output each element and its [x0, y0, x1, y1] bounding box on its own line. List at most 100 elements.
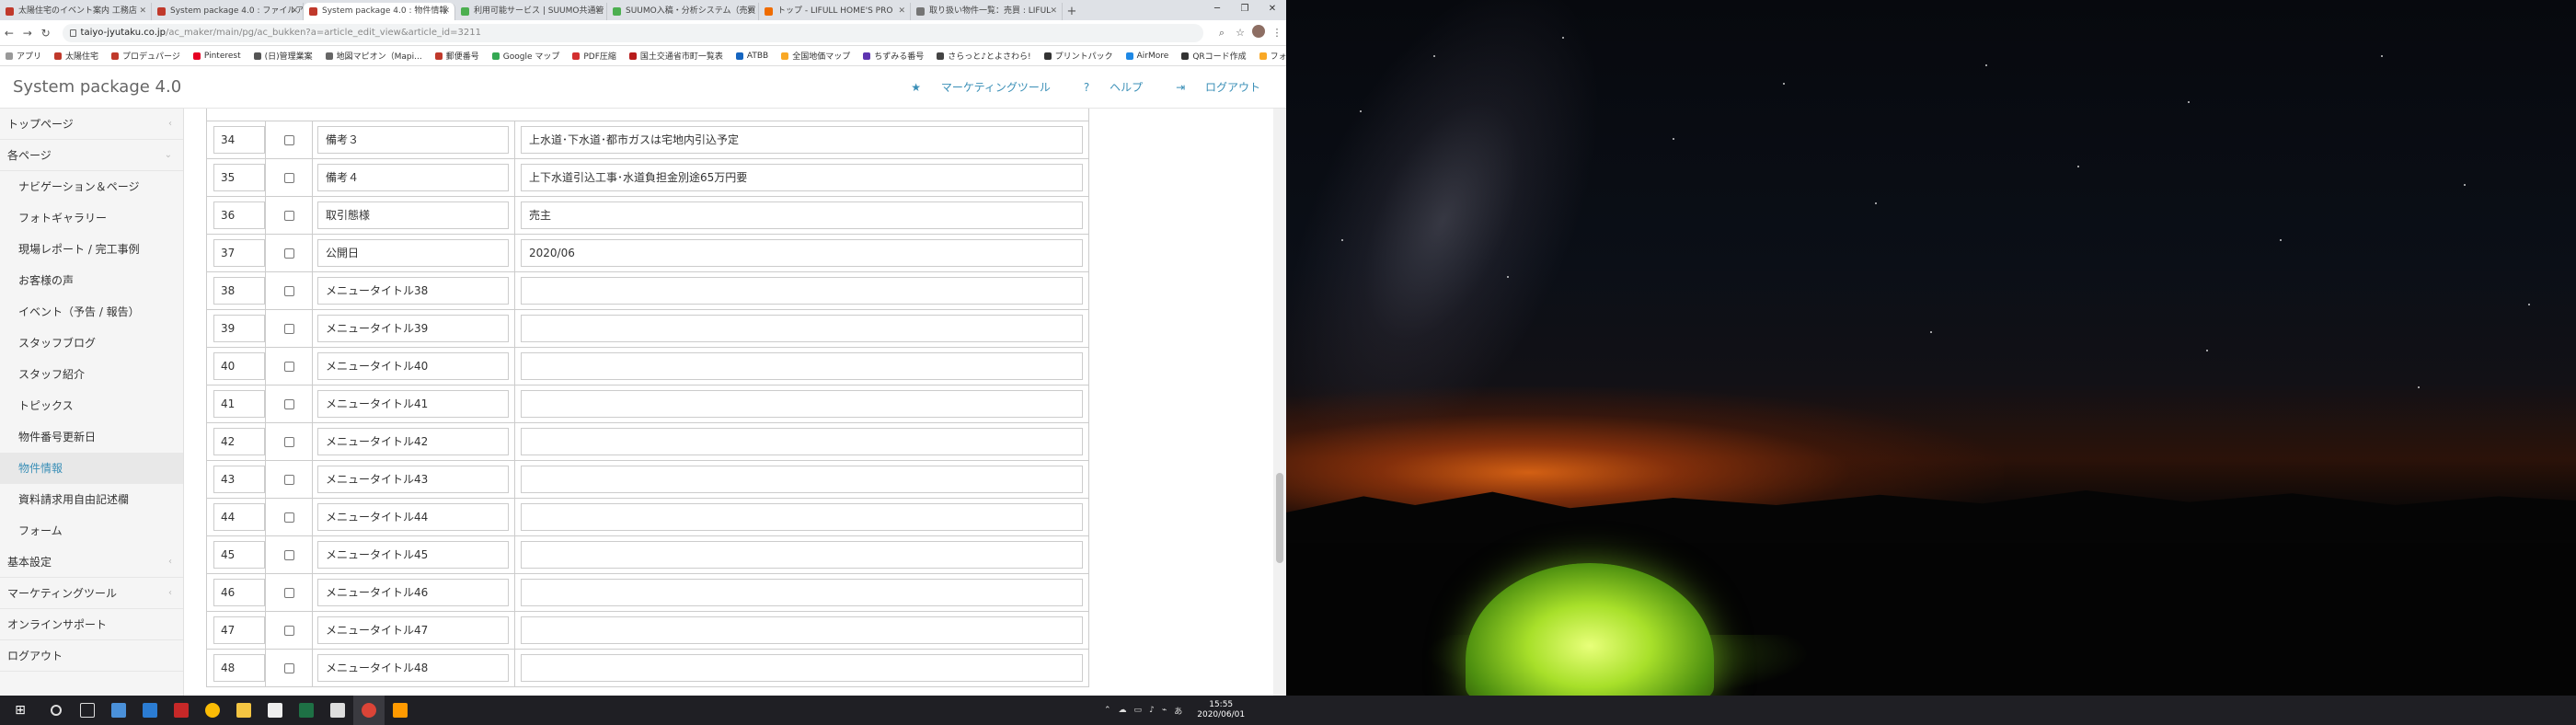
field-title-input[interactable]: 公開日 [317, 239, 509, 267]
sidebar-item-form[interactable]: フォーム [0, 515, 183, 547]
field-value-input[interactable] [521, 541, 1083, 569]
order-number-field[interactable]: 48 [213, 654, 265, 682]
field-title-input[interactable]: メニュータイトル47 [317, 616, 509, 644]
row-checkbox[interactable] [283, 436, 294, 447]
close-tab-icon[interactable]: ✕ [594, 3, 602, 20]
browser-tab[interactable]: SUUMO入稿・分析システム（売買 ✕ [607, 3, 759, 20]
field-title-input[interactable]: 備考３ [317, 126, 509, 154]
task-view-icon[interactable] [72, 696, 103, 725]
close-tab-icon[interactable]: ✕ [291, 3, 298, 20]
row-checkbox[interactable] [283, 512, 294, 523]
field-title-input[interactable]: 取引態様 [317, 201, 509, 229]
sidebar-item-staff-intro[interactable]: スタッフ紹介 [0, 359, 183, 390]
field-title-input[interactable]: メニュータイトル40 [317, 352, 509, 380]
volume-icon[interactable]: ♪ [1149, 706, 1155, 715]
back-icon[interactable]: ← [0, 27, 18, 40]
sidebar-item-document-request[interactable]: 資料請求用自由記述欄 [0, 484, 183, 515]
sidebar-item-logout[interactable]: ログアウト [0, 640, 183, 672]
network-icon[interactable]: ⌁ [1162, 706, 1167, 715]
order-number-field[interactable]: 40 [213, 352, 265, 380]
bookmark-item[interactable]: 国土交通省市町一覧表 [628, 50, 723, 62]
close-tab-icon[interactable]: ✕ [1050, 3, 1057, 20]
bookmark-item[interactable]: 太陽住宅 [54, 50, 98, 62]
field-title-input[interactable]: メニュータイトル45 [317, 541, 509, 569]
bookmark-item[interactable]: (日)管理業案 [253, 50, 313, 62]
browser-tab-active[interactable]: System package 4.0 : 物件情報 ✕ [304, 3, 455, 20]
field-title-input[interactable]: メニュータイトル43 [317, 466, 509, 493]
field-value-input[interactable] [521, 390, 1083, 418]
tray-chevron-icon[interactable]: ⌃ [1104, 706, 1111, 715]
browser-tab[interactable]: System package 4.0 : ファイルア ✕ [152, 3, 304, 20]
bookmark-apps[interactable]: アプリ [6, 50, 41, 62]
bookmark-item[interactable]: プロデュパージ [111, 50, 180, 62]
row-checkbox[interactable] [283, 361, 294, 372]
ime-indicator[interactable]: あ [1174, 705, 1182, 717]
row-checkbox[interactable] [283, 247, 294, 259]
field-title-input[interactable]: メニュータイトル38 [317, 277, 509, 305]
close-tab-icon[interactable]: ✕ [139, 3, 146, 20]
field-value-input[interactable] [521, 654, 1083, 682]
new-tab-button[interactable]: + [1063, 3, 1081, 20]
sidebar-item-top-page[interactable]: トップページ ‹ [0, 109, 183, 140]
sidebar-item-navigation[interactable]: ナビゲーション＆ページ [0, 171, 183, 202]
windows-start-icon[interactable]: ⊞ [0, 703, 40, 718]
chrome-icon[interactable] [197, 696, 228, 725]
menu-dots-icon[interactable]: ⋮ [1268, 27, 1286, 39]
sidebar-item-pages[interactable]: 各ページ ⌄ [0, 140, 183, 171]
order-number-field[interactable]: 41 [213, 390, 265, 418]
scrollbar-thumb[interactable] [1276, 473, 1283, 563]
bookmark-item[interactable]: 郵便番号 [434, 50, 479, 62]
sidebar-item-photo-gallery[interactable]: フォトギャラリー [0, 202, 183, 234]
browser-tab[interactable]: 太陽住宅のイベント案内 工務店 ✕ [0, 3, 152, 20]
order-number-field[interactable]: 46 [213, 579, 265, 606]
field-value-input[interactable] [521, 616, 1083, 644]
bookmark-item[interactable]: さらっと♪とよさわら! [937, 50, 1031, 62]
field-value-input[interactable] [521, 315, 1083, 342]
order-number-field[interactable]: 38 [213, 277, 265, 305]
row-checkbox[interactable] [283, 134, 294, 145]
field-title-input[interactable]: メニュータイトル42 [317, 428, 509, 455]
bookmark-star-icon[interactable]: ☆ [1231, 27, 1249, 39]
row-checkbox[interactable] [283, 172, 294, 183]
calendar-icon[interactable] [259, 696, 291, 725]
browser-tab[interactable]: 取り扱い物件一覧：売買 : LIFUL ✕ [911, 3, 1063, 20]
sidebar-item-property-info[interactable]: 物件情報 [0, 453, 183, 484]
cloud-icon[interactable]: ☁ [1119, 706, 1127, 715]
field-value-input[interactable]: 2020/06 [521, 239, 1083, 267]
sidebar-item-property-update[interactable]: 物件番号更新日 [0, 421, 183, 453]
forward-icon[interactable]: → [18, 27, 37, 40]
field-value-input[interactable] [521, 277, 1083, 305]
row-checkbox[interactable] [283, 398, 294, 409]
taskbar-search-icon[interactable] [40, 696, 72, 725]
close-tab-icon[interactable]: ✕ [898, 3, 905, 20]
sidebar-item-online-support[interactable]: オンラインサポート [0, 609, 183, 640]
row-checkbox[interactable] [283, 323, 294, 334]
maximize-icon[interactable]: ❐ [1231, 0, 1259, 18]
app-icon[interactable] [322, 696, 353, 725]
field-value-input[interactable] [521, 466, 1083, 493]
url-field[interactable]: taiyo-jyutaku.co.jp/ac_maker/main/pg/ac_… [62, 23, 1203, 42]
close-tab-icon[interactable]: ✕ [443, 3, 450, 20]
order-number-field[interactable]: 47 [213, 616, 265, 644]
excel-icon[interactable] [291, 696, 322, 725]
profile-avatar-icon[interactable] [1249, 25, 1268, 40]
battery-icon[interactable]: ▭ [1134, 706, 1143, 715]
file-explorer-icon[interactable] [228, 696, 259, 725]
close-window-icon[interactable]: ✕ [1259, 0, 1286, 18]
order-number-field[interactable]: 37 [213, 239, 265, 267]
order-number-field[interactable]: 43 [213, 466, 265, 493]
page-scrollbar[interactable] [1273, 109, 1286, 696]
bookmark-item[interactable]: ちずみる番号 [863, 50, 924, 62]
bookmark-item[interactable]: プリントパック [1043, 50, 1113, 62]
bookmark-item[interactable]: ATBB [735, 52, 768, 61]
field-title-input[interactable]: メニュータイトル44 [317, 503, 509, 531]
browser-tab[interactable]: 利用可能サービス | SUUMO共通管 ✕ [455, 3, 607, 20]
field-title-input[interactable]: 備考４ [317, 164, 509, 191]
order-number-field[interactable]: 36 [213, 201, 265, 229]
minimize-icon[interactable]: ─ [1203, 0, 1231, 18]
mail-icon[interactable] [134, 696, 166, 725]
sidebar-item-events[interactable]: イベント（予告 / 報告） [0, 296, 183, 328]
reload-icon[interactable]: ↻ [37, 27, 55, 40]
bookmark-item[interactable]: 地図マピオン（Mapi... [325, 50, 422, 62]
row-checkbox[interactable] [283, 210, 294, 221]
